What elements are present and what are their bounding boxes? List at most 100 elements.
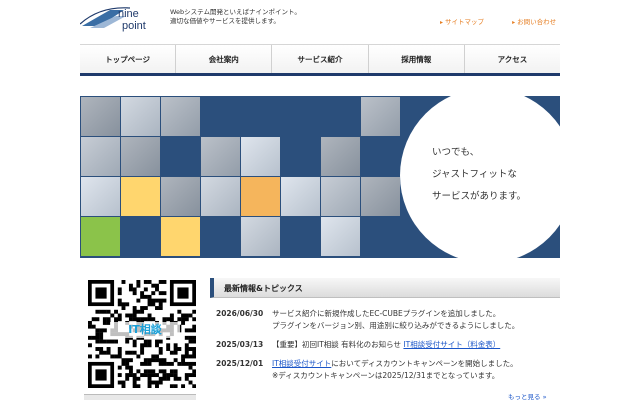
qr-module — [158, 350, 163, 355]
hero-photo-tile — [121, 97, 160, 136]
nav-item-recruit[interactable]: 採用情報 — [369, 45, 465, 73]
qr-module — [143, 361, 148, 366]
it-consult-price-link[interactable]: IT相談受付サイト（料金表） — [403, 340, 500, 349]
news-date: 2026/06/30 — [216, 309, 264, 318]
qr-module — [136, 317, 141, 322]
news-text: サービス紹介に新規作成したEC-CUBEプラグインを追加しました。 — [272, 309, 501, 318]
more-news-link[interactable]: もっと見る — [508, 391, 547, 400]
qr-module — [136, 309, 141, 314]
qr-module — [95, 317, 100, 322]
qr-module — [188, 339, 193, 344]
hero-photo-tile — [281, 97, 320, 136]
qr-module — [147, 358, 152, 363]
news-heading-text: 最新情報&トピックス — [224, 284, 303, 293]
qr-module — [95, 354, 100, 359]
qr-module — [117, 350, 122, 355]
slogan-line-3: サービスがあります。 — [432, 191, 527, 202]
qr-module — [128, 373, 133, 378]
qr-module — [132, 376, 137, 381]
hero-photo-tile — [81, 217, 120, 256]
qr-module — [147, 369, 152, 374]
qr-module — [128, 283, 133, 288]
qr-module — [173, 369, 178, 374]
qr-module — [136, 369, 141, 374]
sitemap-link[interactable]: サイトマップ — [440, 18, 484, 26]
qr-module — [102, 320, 107, 325]
qr-module — [188, 328, 193, 333]
qr-module — [162, 376, 167, 381]
qr-module — [147, 298, 152, 303]
nav-item-access[interactable]: アクセス — [465, 45, 560, 73]
qr-module — [177, 309, 182, 314]
qr-module — [192, 384, 197, 389]
qr-module — [128, 365, 133, 370]
qr-module — [192, 354, 197, 359]
qr-module — [166, 361, 171, 366]
nav-item-services[interactable]: サービス紹介 — [272, 45, 369, 73]
qr-module — [151, 317, 156, 322]
qr-module — [143, 373, 148, 378]
news-date: 2025/12/01 — [216, 359, 264, 368]
contact-link[interactable]: お問い合わせ — [512, 18, 556, 26]
qr-module — [102, 350, 107, 355]
qr-module — [181, 361, 186, 366]
qr-module — [151, 283, 156, 288]
qr-module — [147, 317, 152, 322]
tagline-line-1: Webシステム開発といえばナインポイント。 — [170, 8, 301, 16]
qr-module — [155, 343, 159, 348]
qr-module — [181, 354, 186, 359]
qr-module — [95, 328, 100, 333]
hero-photo-tile — [161, 97, 200, 136]
hero-photo-tile — [121, 177, 160, 216]
qr-module — [140, 306, 145, 310]
qr-module — [147, 376, 152, 381]
qr-module — [158, 376, 163, 381]
qr-module — [192, 324, 197, 329]
qr-module — [169, 361, 174, 366]
qr-module — [114, 317, 118, 322]
qr-module — [147, 339, 152, 344]
qr-module — [132, 380, 137, 385]
qr-module — [132, 313, 137, 318]
slogan-line-1: いつでも、 — [432, 147, 480, 158]
qr-module — [121, 361, 126, 366]
qr-module — [181, 313, 186, 318]
logo-word-nine: nine — [118, 8, 139, 20]
main-nav: トップページ 会社案内 サービス紹介 採用情報 アクセス — [80, 44, 560, 76]
hero-photo-tile — [121, 217, 160, 256]
qr-module — [143, 358, 148, 363]
hero-photo-tile — [321, 177, 360, 216]
hero-photo-tile — [281, 177, 320, 216]
hero-photo-tile — [241, 137, 280, 176]
qr-module — [177, 361, 182, 366]
qr-module — [192, 339, 197, 344]
qr-module — [143, 339, 148, 344]
hero-photo-tile — [161, 217, 200, 256]
qr-module — [143, 280, 148, 284]
qr-module — [147, 302, 152, 307]
nav-item-top[interactable]: トップページ — [80, 45, 177, 73]
qr-module — [102, 309, 107, 314]
qr-module — [188, 335, 193, 340]
qr-module — [132, 317, 137, 322]
qr-module — [121, 280, 126, 284]
qr-module — [173, 350, 178, 355]
qr-module — [140, 347, 145, 351]
qr-module — [166, 317, 171, 322]
qr-module — [125, 376, 130, 381]
site-logo[interactable]: nine point — [80, 4, 162, 32]
qr-module — [151, 354, 156, 359]
qr-module — [162, 358, 167, 363]
hero-photo-tile — [321, 137, 360, 176]
nav-item-company[interactable]: 会社案内 — [176, 45, 273, 73]
qr-module — [99, 328, 104, 333]
qr-module — [166, 347, 171, 351]
it-consult-link[interactable]: IT相談受付サイト — [272, 359, 331, 368]
qr-module — [151, 291, 156, 296]
qr-module — [128, 369, 133, 374]
qr-module — [147, 280, 152, 284]
qr-module — [169, 384, 174, 389]
qr-module — [184, 328, 189, 333]
qr-module — [102, 328, 107, 333]
qr-module — [192, 335, 197, 340]
